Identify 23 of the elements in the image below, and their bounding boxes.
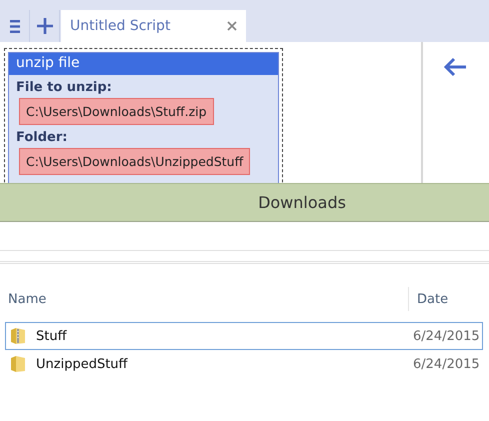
script-block[interactable]: unzip file File to unzip: C:\Users\Downloads\Stuff.zip Folder: C:\Users\Downloads\UnzippedStuff [8, 52, 279, 183]
column-header[interactable]: Name [0, 292, 408, 306]
file-row[interactable]: UnzippedStuff 6/24/2015 [5, 350, 483, 378]
parameter-field[interactable]: C:\Users\Downloads\UnzippedStuff [19, 148, 250, 175]
file-date: 6/24/2015 [413, 356, 480, 372]
parameter-field[interactable]: C:\Users\Downloads\Stuff.zip [19, 98, 214, 125]
parameter-label: File to unzip: [15, 79, 113, 97]
tab-label: Untitled Script [70, 18, 170, 34]
add-icon [36, 18, 52, 34]
file-name: Stuff [36, 328, 67, 344]
back-arrow-icon[interactable] [443, 57, 467, 77]
parameter-label: Folder: [15, 129, 68, 147]
file-date: 6/24/2015 [413, 328, 480, 344]
folder-icon [10, 355, 26, 373]
menu-icon [10, 20, 20, 32]
column-header[interactable]: Date [408, 287, 489, 311]
script-tab[interactable]: Untitled Script [61, 10, 246, 42]
block-title: unzip file [9, 53, 278, 75]
file-row[interactable]: Stuff 6/24/2015 [5, 322, 483, 350]
close-icon[interactable] [227, 21, 237, 31]
zip-folder-icon [10, 327, 26, 345]
file-name: UnzippedStuff [36, 356, 128, 372]
window-title: Downloads [258, 193, 346, 212]
